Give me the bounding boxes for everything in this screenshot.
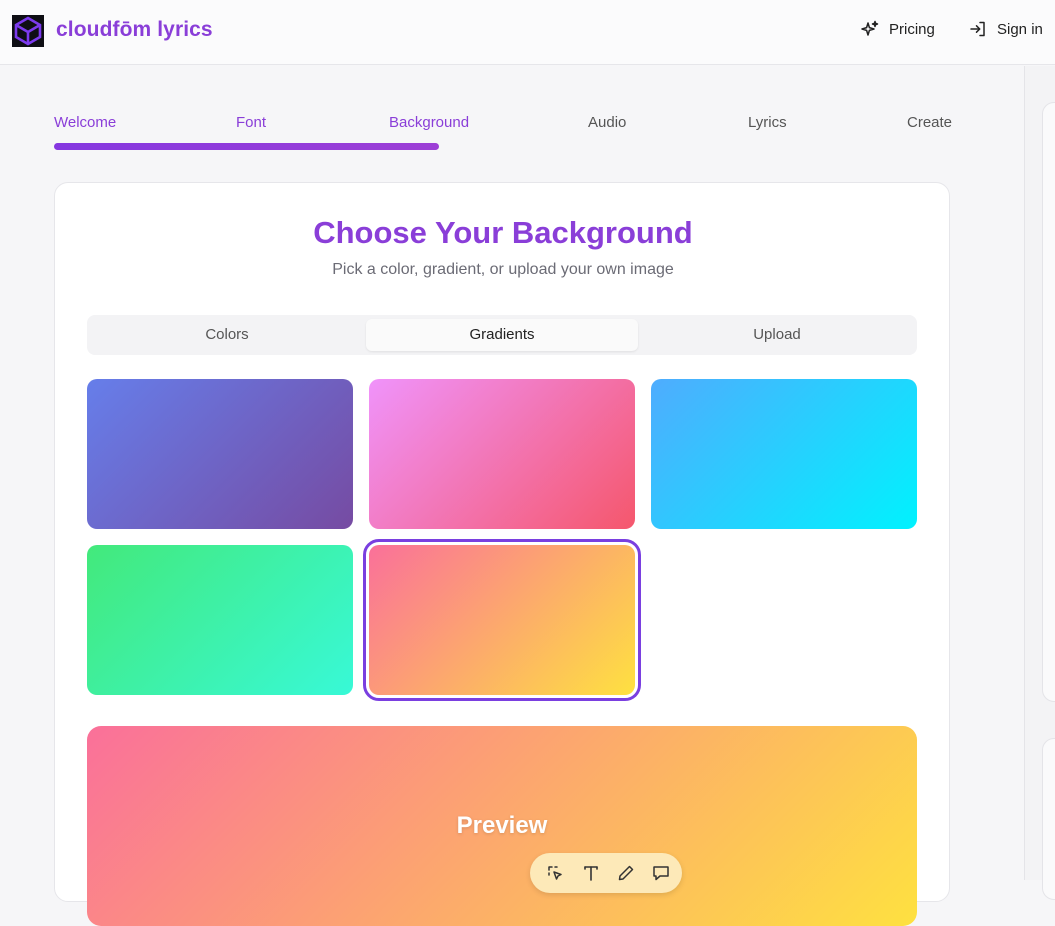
- gradient-swatch[interactable]: [87, 545, 353, 695]
- side-panel-card: [1042, 738, 1055, 900]
- gradient-swatch[interactable]: [369, 379, 635, 529]
- logo-icon[interactable]: [12, 15, 44, 47]
- step-welcome[interactable]: Welcome: [54, 114, 116, 131]
- sparkles-icon: [861, 20, 879, 38]
- page-subtitle: Pick a color, gradient, or upload your o…: [332, 261, 674, 278]
- pricing-link[interactable]: Pricing: [861, 20, 935, 38]
- tab-colors[interactable]: Colors: [91, 319, 363, 351]
- background-type-tabs: Colors Gradients Upload: [87, 315, 917, 355]
- preview-label: Preview: [456, 812, 548, 839]
- step-font[interactable]: Font: [236, 114, 266, 131]
- signin-label: Sign in: [997, 20, 1043, 38]
- app-header: cloudfōm lyrics Pricing Sign in: [0, 0, 1055, 65]
- sign-in-icon: [969, 20, 987, 38]
- progress-fill: [54, 143, 440, 150]
- step-create[interactable]: Create: [907, 114, 952, 131]
- step-indicator: Welcome Font Background Audio Lyrics Cre…: [54, 114, 952, 134]
- step-lyrics[interactable]: Lyrics: [748, 114, 787, 131]
- background-card: Choose Your Background Pick a color, gra…: [54, 182, 950, 926]
- tab-gradients[interactable]: Gradients: [366, 319, 638, 351]
- gradient-swatch-selected[interactable]: [363, 539, 641, 701]
- pricing-label: Pricing: [889, 20, 935, 38]
- comment-icon[interactable]: [650, 862, 672, 884]
- background-preview: Preview: [87, 726, 917, 926]
- progress-track: [54, 143, 950, 150]
- text-icon[interactable]: [580, 862, 602, 884]
- signin-link[interactable]: Sign in: [969, 20, 1043, 38]
- page-title: Choose Your Background: [313, 215, 693, 250]
- annotation-toolbar: [530, 853, 682, 893]
- magic-select-icon[interactable]: [544, 862, 566, 884]
- step-background[interactable]: Background: [389, 114, 469, 131]
- side-panel-card: [1042, 102, 1055, 702]
- pencil-icon[interactable]: [615, 862, 637, 884]
- brand-name[interactable]: cloudfōm lyrics: [56, 18, 213, 42]
- gradient-swatch[interactable]: [651, 379, 917, 529]
- side-panel: [1024, 66, 1055, 900]
- gradient-swatch[interactable]: [87, 379, 353, 529]
- step-audio[interactable]: Audio: [588, 114, 626, 131]
- tab-upload[interactable]: Upload: [641, 319, 913, 351]
